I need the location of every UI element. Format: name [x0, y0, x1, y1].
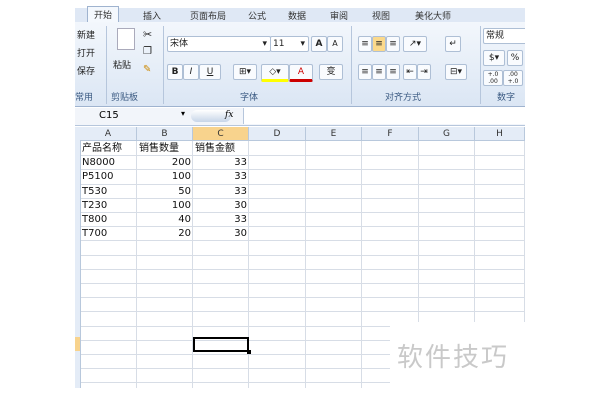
table-cell[interactable]: 20 [137, 227, 193, 241]
format-painter-icon[interactable]: ✎ [143, 64, 151, 75]
font-name-value: 宋体 [170, 39, 189, 49]
grid-line [305, 141, 306, 388]
fill-handle[interactable] [247, 350, 251, 354]
tab-page-layout[interactable]: 页面布局 [190, 9, 226, 22]
grid-line [80, 297, 525, 299]
column-header-g[interactable]: G [419, 127, 475, 141]
header-cell[interactable]: 产品名称 [80, 142, 137, 156]
save-button[interactable]: 保存 [77, 64, 95, 77]
tab-formulas[interactable]: 公式 [248, 9, 266, 22]
copy-icon[interactable]: ❐ [143, 46, 152, 57]
align-bottom-button[interactable]: ≡ [386, 36, 400, 52]
table-cell[interactable]: 100 [137, 199, 193, 213]
tab-insert[interactable]: 插入 [143, 9, 161, 22]
tab-data[interactable]: 数据 [288, 9, 306, 22]
tab-addin[interactable]: 美化大师 [415, 9, 451, 22]
table-cell[interactable]: 30 [193, 199, 249, 213]
align-center-button[interactable]: ≡ [372, 64, 386, 80]
group-label-clipboard: 剪贴板 [111, 93, 139, 103]
open-button[interactable]: 打开 [77, 46, 95, 59]
watermark-text: 软件技巧 [397, 343, 510, 373]
group-label-common: 常用 [75, 93, 94, 103]
tab-view[interactable]: 视图 [372, 9, 390, 22]
merge-center-button[interactable]: ⊟▾ [445, 64, 467, 80]
increase-indent-button[interactable]: ⇥ [417, 64, 431, 80]
name-box-dropdown-icon[interactable]: ▾ [181, 109, 185, 118]
table-cell[interactable]: 200 [137, 156, 193, 170]
table-cell[interactable]: 30 [193, 227, 249, 241]
align-middle-button[interactable]: ≡ [372, 36, 386, 52]
ribbon: 新建 打开 保存 常用 粘贴 ✂ ❐ ✎ 剪贴板 宋体 ▾ 11 ▾ A A B I… [75, 22, 525, 107]
table-cell[interactable]: 50 [137, 185, 193, 199]
column-header-e[interactable]: E [306, 127, 362, 141]
column-header-c[interactable]: C [193, 127, 249, 141]
group-label-font: 字体 [240, 93, 259, 103]
group-label-number: 数字 [497, 93, 516, 103]
paste-icon[interactable] [117, 28, 135, 50]
grow-font-button[interactable]: A [311, 36, 327, 52]
decrease-decimal-button[interactable]: .00 +.0 [503, 70, 523, 86]
font-size-value: 11 [273, 39, 285, 49]
ribbon-tabs: 开始 插入 页面布局 公式 数据 审阅 视图 美化大师 [75, 6, 525, 23]
decrease-indent-button[interactable]: ⇤ [403, 64, 417, 80]
table-cell[interactable]: P5100 [80, 170, 137, 184]
table-cell[interactable]: 33 [193, 156, 249, 170]
underline-button[interactable]: U [199, 64, 221, 80]
name-box[interactable]: C15 [99, 110, 119, 121]
grid-line [80, 268, 525, 270]
align-top-button[interactable]: ≡ [358, 36, 372, 52]
header-cell[interactable]: 销售金额 [193, 142, 249, 156]
fill-color-button[interactable]: ◇▾ [261, 64, 289, 82]
column-header-h[interactable]: H [475, 127, 525, 141]
formula-input[interactable] [243, 108, 525, 124]
currency-button[interactable]: $▾ [483, 50, 505, 66]
italic-button[interactable]: I [183, 64, 199, 80]
shrink-font-button[interactable]: A [327, 36, 343, 52]
font-color-button[interactable]: A [289, 64, 313, 82]
column-header-b[interactable]: B [137, 127, 193, 141]
table-cell[interactable]: 33 [193, 170, 249, 184]
font-size-select[interactable]: 11 ▾ [270, 36, 309, 52]
grid-line [361, 141, 362, 388]
tab-review[interactable]: 审阅 [330, 9, 348, 22]
table-cell[interactable]: 100 [137, 170, 193, 184]
phonetic-button[interactable]: 变 [319, 64, 343, 80]
grid-line [80, 311, 525, 313]
header-cell[interactable]: 销售数量 [137, 142, 193, 156]
group-label-alignment: 对齐方式 [385, 93, 422, 103]
grid-line [80, 283, 525, 284]
insert-function-button[interactable]: fx [225, 110, 233, 120]
formula-bar: C15 ▾ fx [75, 108, 525, 126]
number-format-select[interactable]: 常规 [483, 28, 525, 44]
orientation-button[interactable]: ↗▾ [403, 36, 427, 52]
column-header-d[interactable]: D [249, 127, 306, 141]
table-cell[interactable]: T700 [80, 227, 137, 241]
column-header-f[interactable]: F [362, 127, 419, 141]
selected-cell-c15[interactable] [193, 337, 249, 352]
bold-button[interactable]: B [167, 64, 183, 80]
tab-home[interactable]: 开始 [87, 6, 120, 23]
row-header-15[interactable] [75, 337, 80, 351]
borders-button[interactable]: ⊞▾ [233, 64, 257, 80]
table-cell[interactable]: 33 [193, 213, 249, 227]
paste-button[interactable]: 粘贴 [113, 58, 131, 71]
percent-button[interactable]: % [507, 50, 523, 66]
new-button[interactable]: 新建 [77, 28, 95, 41]
table-cell[interactable]: N8000 [80, 156, 137, 170]
font-name-select[interactable]: 宋体 ▾ [167, 36, 271, 52]
increase-decimal-button[interactable]: +.0 .00 [483, 70, 503, 86]
wrap-text-button[interactable]: ↵ [445, 36, 461, 52]
table-cell[interactable]: T230 [80, 199, 137, 213]
cut-icon[interactable]: ✂ [143, 28, 152, 41]
table-cell[interactable]: T800 [80, 213, 137, 227]
table-cell[interactable]: T530 [80, 185, 137, 199]
column-header-a[interactable]: A [80, 127, 137, 141]
table-cell[interactable]: 40 [137, 213, 193, 227]
table-cell[interactable]: 33 [193, 185, 249, 199]
grid-line [80, 254, 525, 256]
align-left-button[interactable]: ≡ [358, 64, 372, 80]
align-right-button[interactable]: ≡ [386, 64, 400, 80]
